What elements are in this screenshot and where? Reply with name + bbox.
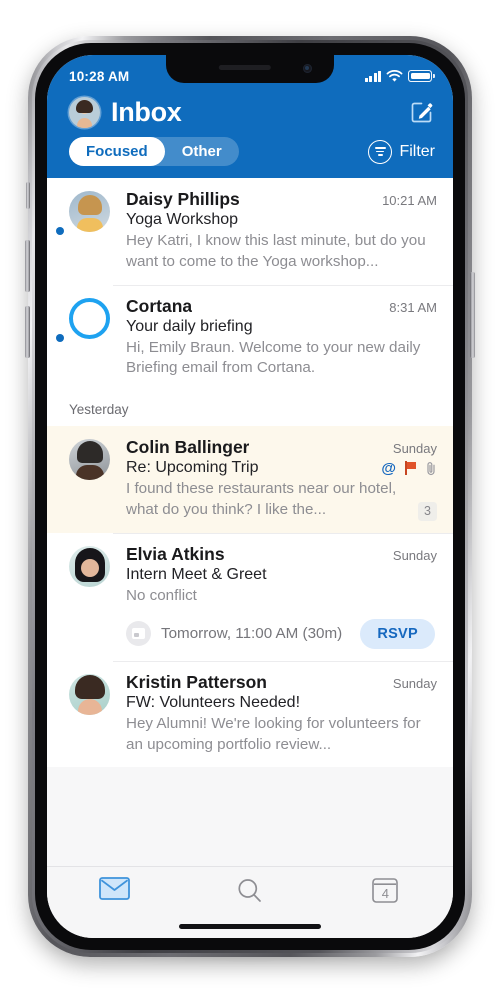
status-time: 10:28 AM	[69, 68, 130, 84]
wifi-icon	[386, 69, 403, 82]
status-indicators	[364, 69, 435, 83]
screenshot-stage: 10:28 AM Inbox Focused Other Filter Dais…	[0, 0, 500, 993]
filter-icon	[368, 139, 393, 164]
list-item[interactable]: Cortana 8:31 AM Your daily briefing Hi, …	[47, 284, 453, 392]
notch	[166, 55, 334, 83]
message-subject: Intern Meet & Greet	[126, 565, 267, 583]
power-button[interactable]	[470, 272, 475, 358]
message-preview: Hey Alumni! We're looking for volunteers…	[126, 714, 421, 753]
search-icon	[238, 879, 262, 902]
calendar-day-icon: 4	[372, 877, 399, 903]
event-time: Tomorrow, 11:00 AM (30m)	[161, 625, 343, 643]
unread-dot	[56, 333, 64, 342]
avatar	[69, 545, 110, 587]
message-subject: FW: Volunteers Needed!	[126, 693, 301, 711]
user-avatar[interactable]	[69, 97, 100, 128]
message-subject: Re: Upcoming Trip	[126, 459, 259, 477]
silence-switch[interactable]	[26, 182, 30, 209]
compose-icon	[411, 102, 433, 123]
rsvp-button[interactable]: RSVP	[360, 618, 435, 649]
list-item[interactable]: Colin Ballinger Sunday Re: Upcoming Trip…	[47, 426, 453, 533]
message-time: 8:31 AM	[389, 299, 437, 315]
message-list[interactable]: Daisy Phillips 10:21 AM Yoga Workshop He…	[47, 178, 453, 768]
filter-button[interactable]: Filter	[368, 139, 435, 164]
tab-other[interactable]: Other	[165, 137, 239, 166]
compose-button[interactable]	[408, 99, 435, 126]
message-flags: @	[371, 461, 437, 476]
focus-toggle-row: Focused Other Filter	[47, 130, 453, 178]
list-item[interactable]: Elvia Atkins Sunday Intern Meet & Greet …	[47, 532, 453, 661]
message-preview: No conflict	[126, 586, 197, 604]
focus-toggle: Focused Other	[69, 137, 239, 166]
title-row: Inbox	[47, 91, 453, 130]
message-time: Sunday	[392, 441, 437, 457]
list-item[interactable]: Kristin Patterson Sunday FW: Volunteers …	[47, 660, 453, 768]
volume-down-button[interactable]	[25, 306, 30, 358]
message-time: Sunday	[392, 547, 437, 563]
volume-up-button[interactable]	[25, 240, 30, 292]
home-indicator[interactable]	[179, 924, 321, 929]
message-subject: Your daily briefing	[126, 317, 253, 335]
cellular-bars-icon	[364, 70, 382, 82]
battery-full-icon	[408, 70, 435, 82]
message-time: 10:21 AM	[382, 193, 437, 208]
filter-label: Filter	[399, 142, 435, 160]
event-invite: Tomorrow, 11:00 AM (30m) RSVP	[126, 618, 437, 649]
avatar	[69, 439, 110, 481]
message-sender: Elvia Atkins	[126, 543, 225, 564]
message-sender: Cortana	[126, 295, 193, 316]
message-preview: Hi, Emily Braun. Welcome to your new dai…	[126, 338, 421, 377]
avatar	[69, 673, 110, 715]
unread-dot	[56, 227, 64, 236]
message-sender: Kristin Patterson	[126, 671, 267, 692]
envelope-icon	[99, 877, 131, 900]
tab-bar: 4	[47, 866, 453, 938]
group-header-yesterday: Yesterday	[47, 391, 453, 427]
message-time: Sunday	[392, 675, 437, 691]
cortana-ring-icon	[69, 297, 110, 339]
calendar-icon	[126, 621, 151, 647]
calendar-tab[interactable]: 4	[318, 877, 453, 903]
message-sender: Daisy Phillips	[126, 189, 240, 209]
message-subject: Yoga Workshop	[126, 211, 239, 228]
page-title: Inbox	[111, 97, 182, 127]
message-preview: I found these restaurants near our hotel…	[126, 480, 397, 519]
flag-icon	[405, 461, 416, 476]
list-item[interactable]: Daisy Phillips 10:21 AM Yoga Workshop He…	[47, 178, 453, 285]
search-tab[interactable]	[182, 877, 317, 904]
tab-focused[interactable]: Focused	[69, 137, 165, 166]
calendar-day-number: 4	[381, 886, 389, 901]
thread-count-badge: 3	[418, 501, 437, 521]
message-preview: Hey Katri, I know this last minute, but …	[126, 232, 426, 270]
at-mention-icon: @	[381, 459, 396, 477]
phone-screen: 10:28 AM Inbox Focused Other Filter Dais…	[47, 55, 453, 938]
avatar	[69, 191, 110, 232]
earpiece-speaker	[218, 65, 271, 70]
front-camera-icon	[303, 64, 312, 73]
mail-tab[interactable]	[47, 877, 182, 900]
paperclip-icon	[427, 461, 435, 475]
message-sender: Colin Ballinger	[126, 437, 250, 458]
